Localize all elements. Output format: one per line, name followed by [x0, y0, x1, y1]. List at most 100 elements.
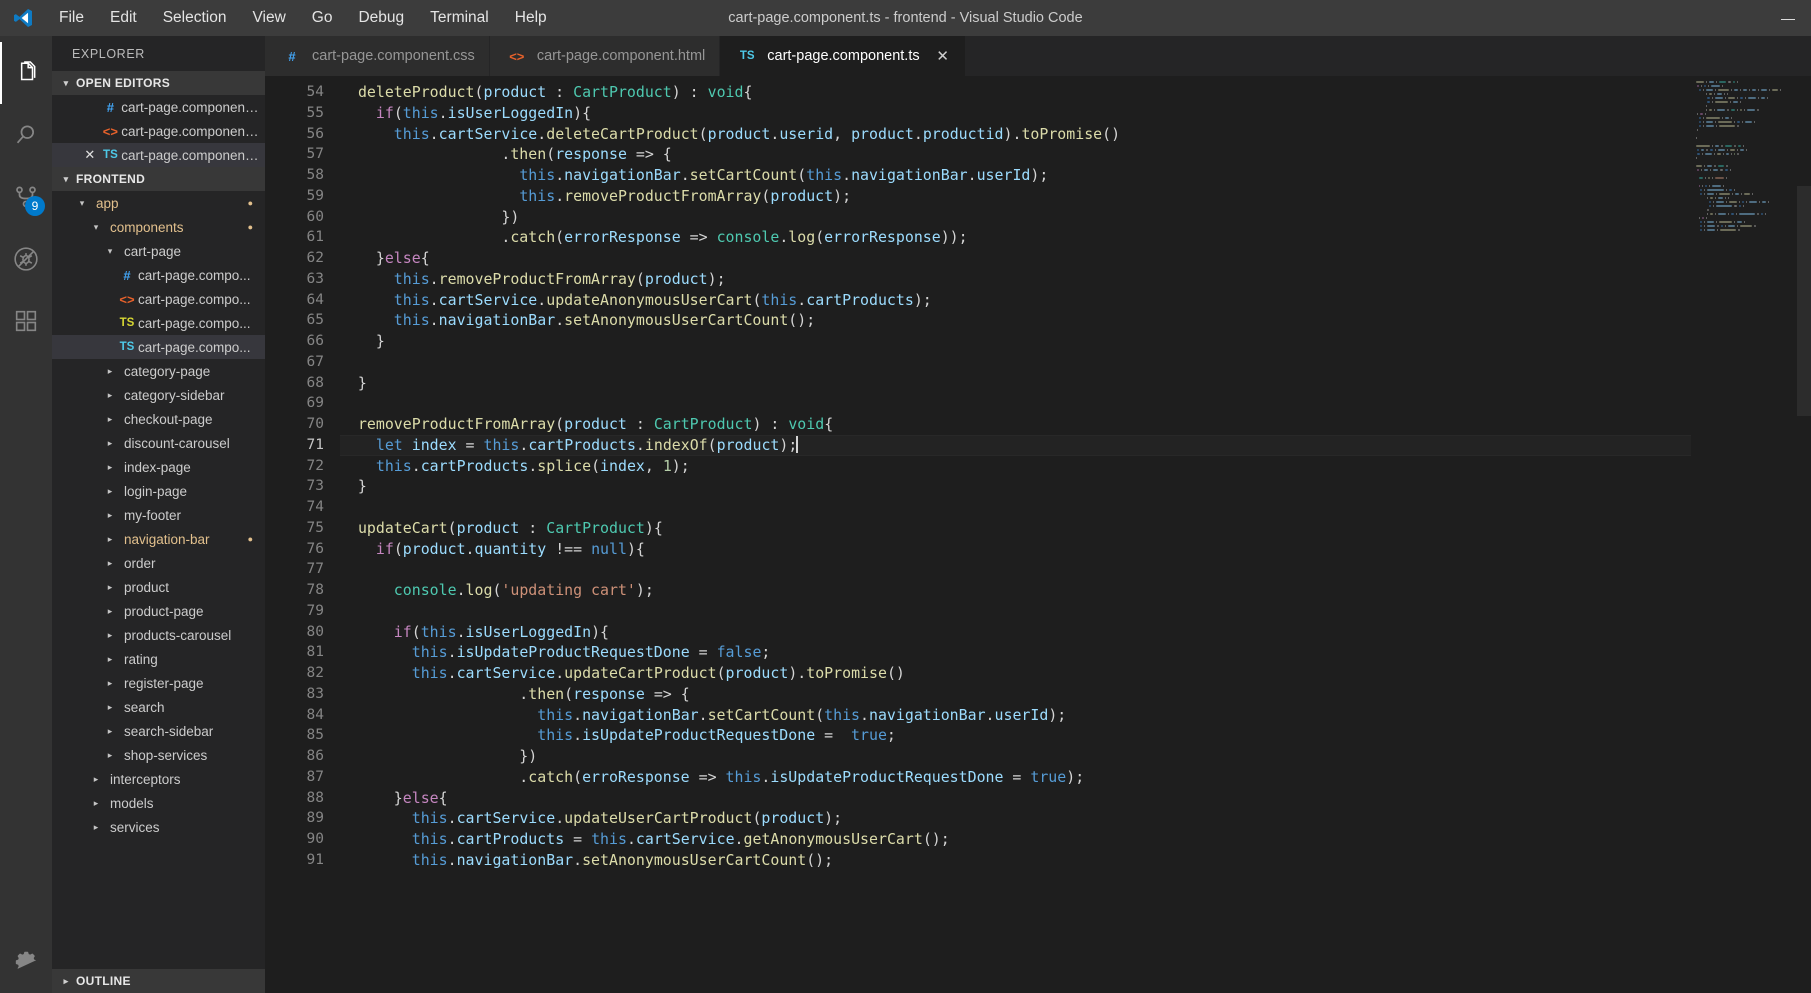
- chevron-right-icon[interactable]: ▸: [102, 366, 118, 377]
- close-icon[interactable]: ✕: [80, 147, 100, 163]
- chevron-right-icon[interactable]: ▸: [102, 462, 118, 473]
- code-line[interactable]: this.navigationBar.setCartCount(this.nav…: [340, 705, 1691, 726]
- code-line[interactable]: }else{: [340, 248, 1691, 269]
- chevron-right-icon[interactable]: ▸: [88, 798, 104, 809]
- chevron-right-icon[interactable]: ▸: [102, 486, 118, 497]
- tree-folder-components[interactable]: ▾ components ●: [52, 215, 265, 239]
- activity-explorer[interactable]: [0, 42, 52, 104]
- code-line[interactable]: this.isUpdateProductRequestDone = false;: [340, 642, 1691, 663]
- code-line[interactable]: }else{: [340, 788, 1691, 809]
- minimap[interactable]: [1691, 76, 1811, 993]
- tree-folder-shop-services[interactable]: ▸ shop-services: [52, 743, 265, 767]
- tree-folder-product-page[interactable]: ▸ product-page: [52, 599, 265, 623]
- tree-folder-interceptors[interactable]: ▸ interceptors: [52, 767, 265, 791]
- tree-folder-discount-carousel[interactable]: ▸ discount-carousel: [52, 431, 265, 455]
- tree-folder-category-sidebar[interactable]: ▸ category-sidebar: [52, 383, 265, 407]
- chevron-right-icon[interactable]: ▸: [102, 606, 118, 617]
- activity-source-control[interactable]: 9: [0, 166, 52, 228]
- tab-cart-page.component.css[interactable]: # cart-page.component.css: [265, 36, 490, 76]
- menu-bar[interactable]: File Edit Selection View Go Debug Termin…: [46, 5, 560, 31]
- code-line[interactable]: this.removeProductFromArray(product);: [340, 186, 1691, 207]
- chevron-right-icon[interactable]: ▸: [102, 438, 118, 449]
- code-line[interactable]: if(this.isUserLoggedIn){: [340, 622, 1691, 643]
- tab-cart-page.component.html[interactable]: <> cart-page.component.html: [489, 36, 721, 76]
- chevron-right-icon[interactable]: ▸: [102, 726, 118, 737]
- code-line[interactable]: console.log('updating cart');: [340, 580, 1691, 601]
- chevron-right-icon[interactable]: ▸: [102, 534, 118, 545]
- tree-folder-checkout-page[interactable]: ▸ checkout-page: [52, 407, 265, 431]
- section-outline[interactable]: ▸ OUTLINE: [52, 969, 265, 993]
- code-line[interactable]: updateCart(product : CartProduct){: [340, 518, 1691, 539]
- menu-help[interactable]: Help: [502, 5, 560, 31]
- chevron-right-icon[interactable]: ▸: [102, 630, 118, 641]
- tree-folder-category-page[interactable]: ▸ category-page: [52, 359, 265, 383]
- code-line[interactable]: let index = this.cartProducts.indexOf(pr…: [340, 434, 1691, 456]
- code-line[interactable]: }: [340, 331, 1691, 352]
- code-line[interactable]: deleteProduct(product : CartProduct) : v…: [340, 82, 1691, 103]
- tree-folder-app[interactable]: ▾ app ●: [52, 191, 265, 215]
- tree-file-item[interactable]: TS cart-page.compo...: [52, 335, 265, 359]
- code-line[interactable]: .then(response => {: [340, 144, 1691, 165]
- activity-settings[interactable]: [0, 923, 52, 993]
- menu-view[interactable]: View: [239, 5, 298, 31]
- code-line[interactable]: .catch(errorResponse => console.log(erro…: [340, 227, 1691, 248]
- open-editor-item[interactable]: ✕ TS cart-page.component....: [52, 143, 265, 167]
- code-line[interactable]: }: [340, 476, 1691, 497]
- activity-extensions[interactable]: [0, 290, 52, 352]
- tree-folder-login-page[interactable]: ▸ login-page: [52, 479, 265, 503]
- window-controls[interactable]: —: [1765, 0, 1811, 36]
- tab-close-icon[interactable]: ✕: [935, 47, 951, 65]
- code-line[interactable]: this.navigationBar.setCartCount(this.nav…: [340, 165, 1691, 186]
- code-line[interactable]: [340, 393, 1691, 414]
- code-line[interactable]: this.navigationBar.setAnonymousUserCartC…: [340, 850, 1691, 871]
- code-line[interactable]: removeProductFromArray(product : CartPro…: [340, 414, 1691, 435]
- code-line[interactable]: this.cartProducts.splice(index, 1);: [340, 456, 1691, 477]
- tab-cart-page.component.ts[interactable]: TS cart-page.component.ts ✕: [720, 36, 966, 76]
- chevron-right-icon[interactable]: ▸: [102, 558, 118, 569]
- tree-folder-search-sidebar[interactable]: ▸ search-sidebar: [52, 719, 265, 743]
- chevron-down-icon[interactable]: ▾: [74, 198, 90, 209]
- chevron-right-icon[interactable]: ▸: [102, 510, 118, 521]
- tree-folder-navigation-bar[interactable]: ▸ navigation-bar ●: [52, 527, 265, 551]
- tree-folder-order[interactable]: ▸ order: [52, 551, 265, 575]
- open-editor-item[interactable]: <> cart-page.component....: [52, 119, 265, 143]
- chevron-right-icon[interactable]: ▸: [88, 774, 104, 785]
- chevron-right-icon[interactable]: ▸: [102, 702, 118, 713]
- tree-file-item[interactable]: TS cart-page.compo...: [52, 311, 265, 335]
- tree-folder-search[interactable]: ▸ search: [52, 695, 265, 719]
- code-line[interactable]: this.cartProducts = this.cartService.get…: [340, 829, 1691, 850]
- code-line[interactable]: this.isUpdateProductRequestDone = true;: [340, 725, 1691, 746]
- code-line[interactable]: this.removeProductFromArray(product);: [340, 269, 1691, 290]
- code-line[interactable]: this.cartService.updateAnonymousUserCart…: [340, 290, 1691, 311]
- code-line[interactable]: [340, 497, 1691, 518]
- editor-scrollbar[interactable]: [1797, 76, 1811, 993]
- tree-folder-rating[interactable]: ▸ rating: [52, 647, 265, 671]
- tree-folder-products-carousel[interactable]: ▸ products-carousel: [52, 623, 265, 647]
- code-line[interactable]: if(this.isUserLoggedIn){: [340, 103, 1691, 124]
- chevron-down-icon[interactable]: ▾: [102, 246, 118, 257]
- code-line[interactable]: .then(response => {: [340, 684, 1691, 705]
- code-line[interactable]: this.cartService.updateCartProduct(produ…: [340, 663, 1691, 684]
- code-line[interactable]: .catch(erroResponse => this.isUpdateProd…: [340, 767, 1691, 788]
- code-line[interactable]: [340, 601, 1691, 622]
- menu-terminal[interactable]: Terminal: [417, 5, 502, 31]
- menu-file[interactable]: File: [46, 5, 97, 31]
- tree-folder-index-page[interactable]: ▸ index-page: [52, 455, 265, 479]
- tree-folder-product[interactable]: ▸ product: [52, 575, 265, 599]
- scrollbar-thumb[interactable]: [1797, 186, 1811, 416]
- code-line[interactable]: if(product.quantity !== null){: [340, 539, 1691, 560]
- section-frontend[interactable]: ▾ FRONTEND: [52, 167, 265, 191]
- open-editor-item[interactable]: # cart-page.component....: [52, 95, 265, 119]
- tree-file-item[interactable]: # cart-page.compo...: [52, 263, 265, 287]
- code-line[interactable]: this.cartService.updateUserCartProduct(p…: [340, 808, 1691, 829]
- chevron-right-icon[interactable]: ▸: [102, 654, 118, 665]
- chevron-right-icon[interactable]: ▸: [88, 822, 104, 833]
- code-line[interactable]: this.cartService.deleteCartProduct(produ…: [340, 124, 1691, 145]
- code-line[interactable]: }): [340, 746, 1691, 767]
- chevron-right-icon[interactable]: ▸: [102, 414, 118, 425]
- code-line[interactable]: }: [340, 373, 1691, 394]
- menu-selection[interactable]: Selection: [150, 5, 240, 31]
- section-open-editors[interactable]: ▾ OPEN EDITORS: [52, 71, 265, 95]
- tree-folder-cart-page[interactable]: ▾ cart-page: [52, 239, 265, 263]
- code-editor[interactable]: 54 55 56 57 58 59 60 61 62 63 64 65 66 67 68 69 70 71 72 73…: [265, 76, 1811, 993]
